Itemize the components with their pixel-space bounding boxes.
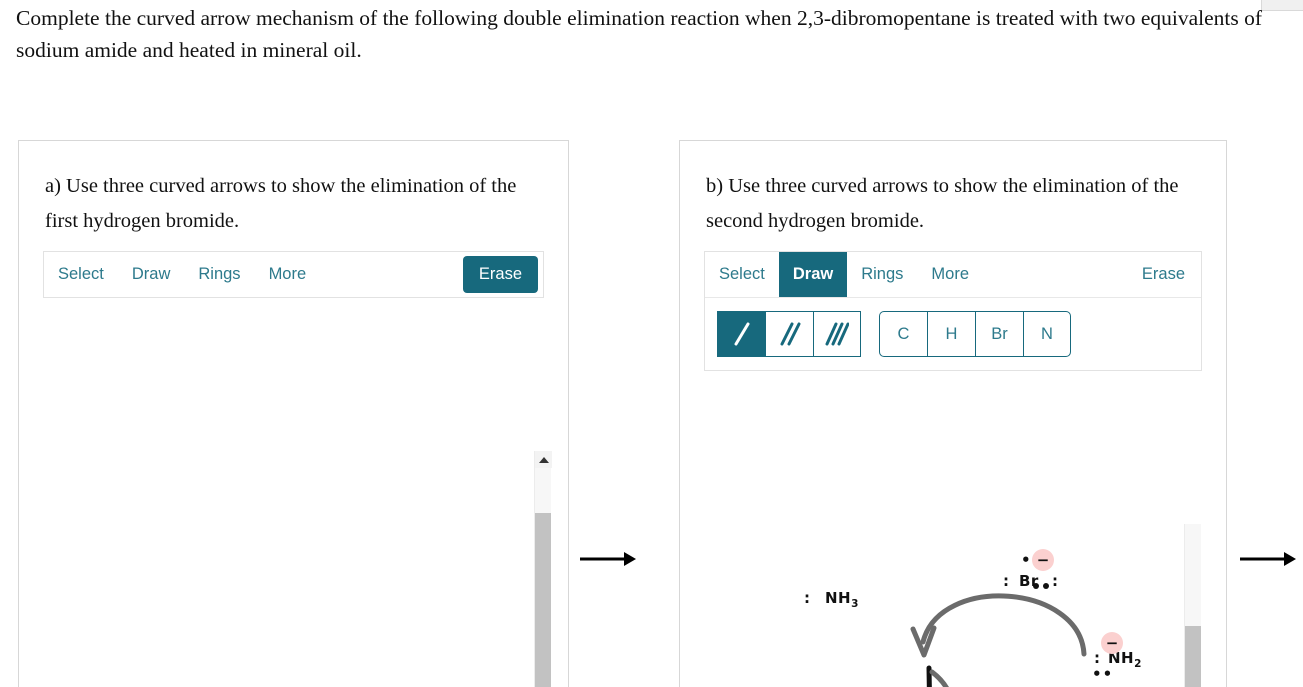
scrollbar-track-a[interactable] (535, 468, 551, 687)
element-tool-group: C H Br N (879, 311, 1071, 357)
erase-button-b[interactable]: Erase (1126, 252, 1201, 297)
molecule-canvas-b[interactable]: : NH3 •• − : Br : : NH2 − •• (680, 524, 1226, 687)
bromide-extra-dot-1 (1033, 583, 1039, 589)
element-button-c[interactable]: C (879, 311, 927, 357)
curved-arrow-ch-to-cc (929, 669, 949, 687)
scrollbar-thumb-b[interactable] (1185, 626, 1201, 687)
tab-more-b[interactable]: More (917, 252, 983, 297)
canvas-scrollbar-b[interactable] (1184, 524, 1201, 687)
molecule-structure-b (910, 583, 1087, 687)
element-button-h[interactable]: H (927, 311, 975, 357)
tab-select-b[interactable]: Select (705, 252, 779, 297)
panel-a-toolbar: Select Draw Rings More Erase (43, 251, 544, 298)
scrollbar-thumb-a[interactable] (535, 513, 551, 687)
triple-bond-icon (825, 322, 849, 346)
tab-more-a[interactable]: More (255, 252, 321, 297)
triple-bond-tool[interactable] (813, 311, 861, 357)
draw-subtoolbar-b: C H Br N (705, 297, 1201, 370)
scrollbar-track-b[interactable] (1185, 524, 1201, 687)
element-label-c: C (897, 324, 910, 343)
curved-arrow-amide-to-h (920, 593, 1087, 657)
tab-rings-b[interactable]: Rings (847, 252, 917, 297)
panel-a-title: a) Use three curved arrows to show the e… (45, 175, 517, 232)
single-bond-icon (734, 322, 749, 346)
scroll-up-arrow-icon-a[interactable] (535, 451, 552, 468)
bromide-extra-dot-2 (1043, 583, 1049, 589)
double-bond-tool[interactable] (765, 311, 813, 357)
canvas-scrollbar-a[interactable] (534, 451, 552, 687)
element-button-br[interactable]: Br (975, 311, 1023, 357)
molecule-canvas-a[interactable]: : NH2 − •• •• : Br : H (19, 451, 568, 687)
panel-a-toolbar-row: Select Draw Rings More Erase (44, 252, 543, 297)
tab-draw-a[interactable]: Draw (118, 252, 185, 297)
toolbar-spacer-a (320, 252, 463, 297)
element-button-n[interactable]: N (1023, 311, 1071, 357)
erase-button-a[interactable]: Erase (462, 256, 538, 293)
single-bond-tool[interactable] (717, 311, 765, 357)
tab-select-a[interactable]: Select (44, 252, 118, 297)
panel-b-toolbar-row: Select Draw Rings More Erase (705, 252, 1201, 297)
molecule-bonds-a (19, 451, 568, 687)
reaction-arrow-1 (578, 545, 640, 573)
question-panel-b: b) Use three curved arrows to show the e… (679, 140, 1227, 687)
double-bond-icon (780, 322, 800, 346)
panel-b-title: b) Use three curved arrows to show the e… (706, 175, 1179, 232)
element-label-n: N (1041, 324, 1053, 343)
tab-draw-b[interactable]: Draw (778, 252, 848, 297)
panel-b-toolbar: Select Draw Rings More Erase C H Br N (704, 251, 1202, 371)
element-label-br: Br (991, 324, 1008, 343)
toolbar-spacer-b (983, 252, 1126, 297)
question-prompt: Complete the curved arrow mechanism of t… (16, 6, 1263, 62)
reaction-arrow-2 (1238, 545, 1300, 573)
question-panel-a: a) Use three curved arrows to show the e… (18, 140, 569, 687)
element-label-h: H (945, 324, 958, 343)
bond-tool-group (717, 311, 861, 357)
tab-rings-a[interactable]: Rings (184, 252, 254, 297)
